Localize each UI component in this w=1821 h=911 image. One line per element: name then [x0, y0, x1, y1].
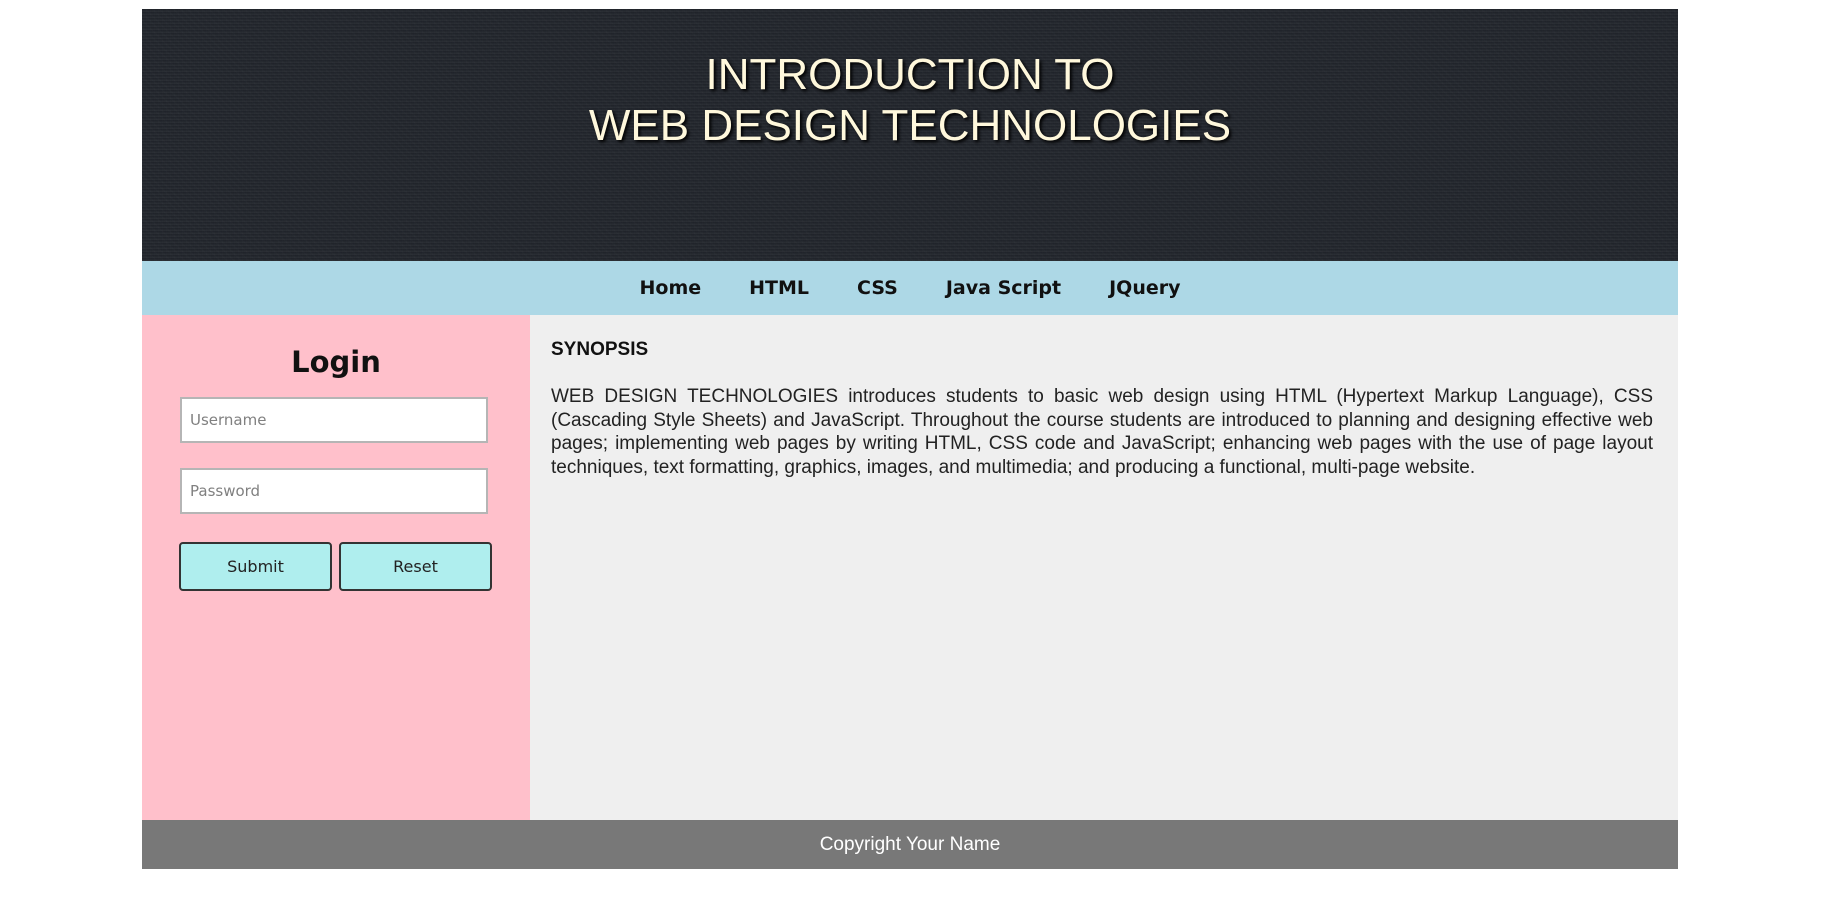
- password-input[interactable]: [180, 468, 488, 514]
- nav-item-javascript[interactable]: Java Script: [946, 261, 1061, 315]
- synopsis-text: WEB DESIGN TECHNOLOGIES introduces stude…: [551, 386, 1653, 478]
- nav-item-jquery[interactable]: JQuery: [1109, 261, 1180, 315]
- login-sidebar: Login Submit Reset: [142, 315, 530, 820]
- nav-item-home[interactable]: Home: [640, 261, 702, 315]
- nav-item-css[interactable]: CSS: [857, 261, 898, 315]
- nav-item-html[interactable]: HTML: [749, 261, 809, 315]
- submit-button[interactable]: Submit: [179, 542, 332, 591]
- synopsis-heading: SYNOPSIS: [551, 339, 649, 360]
- reset-button[interactable]: Reset: [339, 542, 492, 591]
- main-content: SYNOPSIS WEB DESIGN TECHNOLOGIES introdu…: [530, 315, 1678, 820]
- login-title: Login: [291, 345, 381, 379]
- page-title-line-2: WEB DESIGN TECHNOLOGIES: [588, 101, 1232, 150]
- copyright-text: Copyright Your Name: [819, 834, 1001, 855]
- page-title: INTRODUCTION TO WEB DESIGN TECHNOLOGIES: [142, 49, 1678, 151]
- page-title-line-1: INTRODUCTION TO: [705, 50, 1115, 99]
- username-input[interactable]: [180, 397, 488, 443]
- footer: Copyright Your Name: [142, 820, 1678, 869]
- main-navigation: Home HTML CSS Java Script JQuery: [142, 261, 1678, 315]
- header-banner: INTRODUCTION TO WEB DESIGN TECHNOLOGIES: [142, 9, 1678, 261]
- page-container: INTRODUCTION TO WEB DESIGN TECHNOLOGIES …: [142, 9, 1678, 869]
